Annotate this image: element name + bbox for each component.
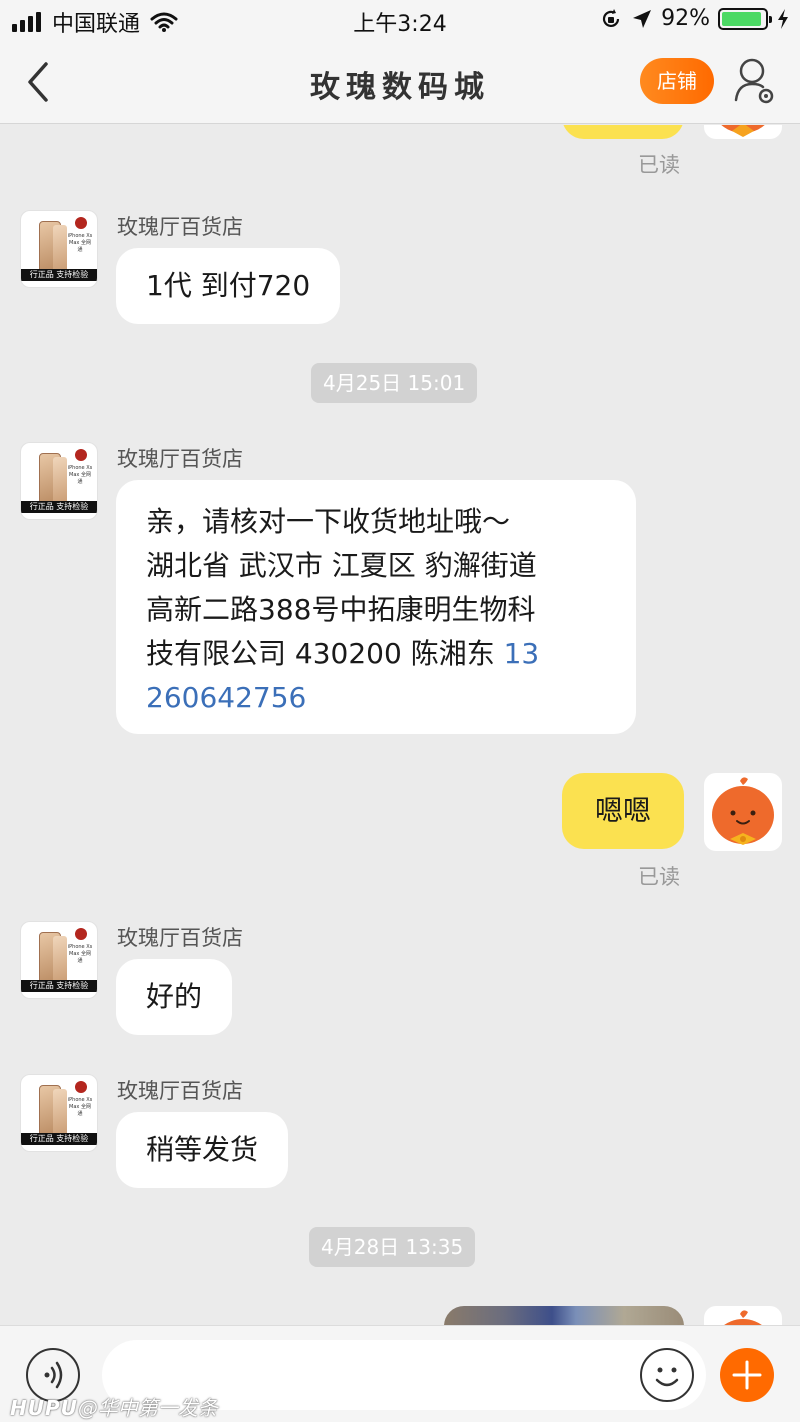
phone-link[interactable]: 260642756	[146, 681, 306, 714]
watermark-brand: HUPU	[10, 1396, 78, 1420]
user-settings-icon	[734, 58, 774, 104]
message-text: 1代 到付720	[146, 269, 311, 302]
message-line: 260642756	[146, 676, 616, 720]
sender-name: 玫瑰厅百货店	[117, 926, 243, 950]
shop-avatar[interactable]: iPhone Xs Max 全网通 行正品 支持检验	[20, 1074, 98, 1152]
sender-name: 玫瑰厅百货店	[117, 1079, 243, 1103]
avatar-banner: 行正品 支持检验	[21, 269, 97, 281]
avatar-caption: iPhone Xs Max 全网通	[67, 233, 93, 253]
plus-icon	[732, 1360, 762, 1390]
status-bar: 中国联通 上午3:24 92%	[0, 0, 800, 40]
more-actions-button[interactable]	[720, 1348, 774, 1402]
my-avatar[interactable]	[704, 1306, 782, 1325]
charging-bolt-icon	[778, 8, 788, 29]
phone-link[interactable]: 13	[504, 637, 540, 670]
chat-list[interactable]: 已读 iPhone Xs Max 全网通 行正品 支持检验 玫瑰厅百货店 1代 …	[0, 125, 800, 1325]
battery-icon	[718, 7, 772, 30]
shop-avatar[interactable]: iPhone Xs Max 全网通 行正品 支持检验	[20, 210, 98, 288]
orientation-lock-icon	[603, 8, 620, 27]
message-text: 稍等发货	[146, 1133, 259, 1166]
read-status: 已读	[638, 865, 680, 889]
shop-message-bubble[interactable]: 1代 到付720	[116, 248, 341, 324]
message-line: 高新二路388号中拓康明生物科	[146, 593, 536, 626]
sender-name: 玫瑰厅百货店	[117, 447, 243, 471]
orange-mascot-icon	[724, 1310, 762, 1325]
shop-message-bubble[interactable]: 稍等发货	[116, 1112, 289, 1188]
battery-percent: 92%	[661, 6, 710, 31]
shop-message-bubble[interactable]: 好的	[116, 959, 233, 1035]
timestamp-divider: 4月28日 13:35	[309, 1227, 476, 1267]
message-text: 好的	[146, 980, 203, 1013]
shop-avatar[interactable]: iPhone Xs Max 全网通 行正品 支持检验	[20, 442, 98, 520]
message-line: 湖北省 武汉市 江夏区 豹澥街道	[146, 549, 537, 582]
my-message-bubble[interactable]: 嗯嗯	[562, 773, 684, 849]
orange-mascot-icon	[721, 125, 765, 137]
timestamp-divider: 4月25日 15:01	[311, 363, 478, 403]
emoji-button[interactable]	[640, 1348, 694, 1402]
read-status: 已读	[638, 153, 680, 177]
my-avatar[interactable]	[704, 773, 782, 851]
image-message[interactable]	[444, 1306, 684, 1325]
watermark-text: @华中第一发条	[77, 1396, 218, 1420]
orange-mascot-icon	[712, 777, 774, 845]
watermark: HUPU@华中第一发条	[10, 1392, 218, 1421]
emoji-icon	[655, 1367, 679, 1387]
message-line: 技有限公司 430200 陈湘东 13	[146, 637, 540, 670]
my-message-bubble[interactable]	[562, 125, 684, 139]
sender-name: 玫瑰厅百货店	[117, 215, 243, 239]
shop-avatar[interactable]: iPhone Xs Max 全网通 行正品 支持检验	[20, 921, 98, 999]
location-arrow-icon	[633, 9, 652, 28]
shop-message-bubble[interactable]: 亲，请核对一下收货地址哦～ 湖北省 武汉市 江夏区 豹澥街道 高新二路388号中…	[116, 480, 636, 734]
shop-button[interactable]: 店铺	[640, 58, 714, 104]
message-text: 嗯嗯	[594, 794, 651, 827]
message-line: 亲，请核对一下收货地址哦～	[146, 505, 511, 538]
user-settings-button[interactable]	[732, 56, 778, 106]
my-avatar[interactable]	[704, 125, 782, 139]
nav-bar: 玫瑰数码城 店铺	[0, 40, 800, 124]
